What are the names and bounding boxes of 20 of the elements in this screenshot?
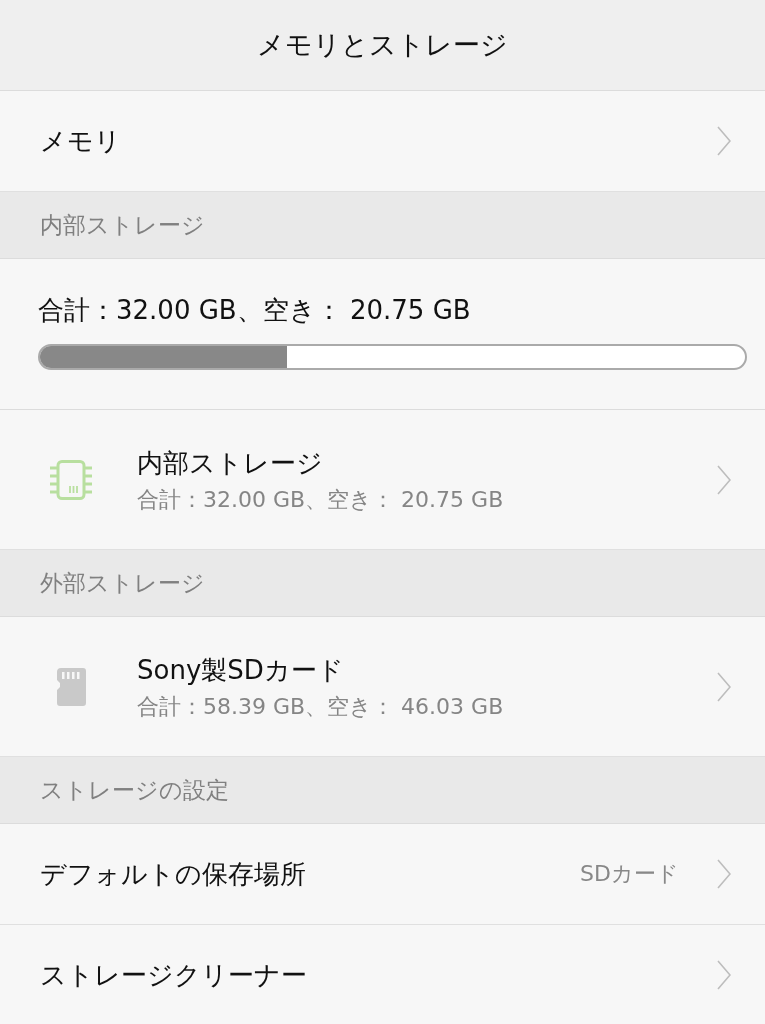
sd-card-icon xyxy=(56,667,86,706)
row-label: メモリ xyxy=(40,125,122,158)
chevron-right-icon xyxy=(717,859,731,889)
storage-capacity: 合計：32.00 GB、空き： 20.75 GB xyxy=(137,485,504,514)
row-value: SDカード xyxy=(580,860,679,888)
section-header: ストレージの設定 xyxy=(0,757,765,824)
chevron-right-icon xyxy=(717,126,731,156)
storage-summary: 合計：32.00 GB、空き： 20.75 GB xyxy=(38,294,472,326)
storage-capacity: 合計：58.39 GB、空き： 46.03 GB xyxy=(137,692,504,721)
row-label: デフォルトの保存場所 xyxy=(40,858,307,891)
row-label: ストレージクリーナー xyxy=(40,959,308,992)
chevron-right-icon xyxy=(717,464,731,495)
chevron-right-icon xyxy=(717,960,731,990)
section-header: 外部ストレージ xyxy=(0,550,765,617)
chip-icon xyxy=(50,459,92,500)
storage-name: Sony製SDカード xyxy=(137,653,344,687)
storage-name: 内部ストレージ xyxy=(137,446,323,480)
section-header: 内部ストレージ xyxy=(0,192,765,259)
chevron-right-icon xyxy=(717,671,731,702)
screen-title: メモリとストレージ xyxy=(257,28,508,62)
